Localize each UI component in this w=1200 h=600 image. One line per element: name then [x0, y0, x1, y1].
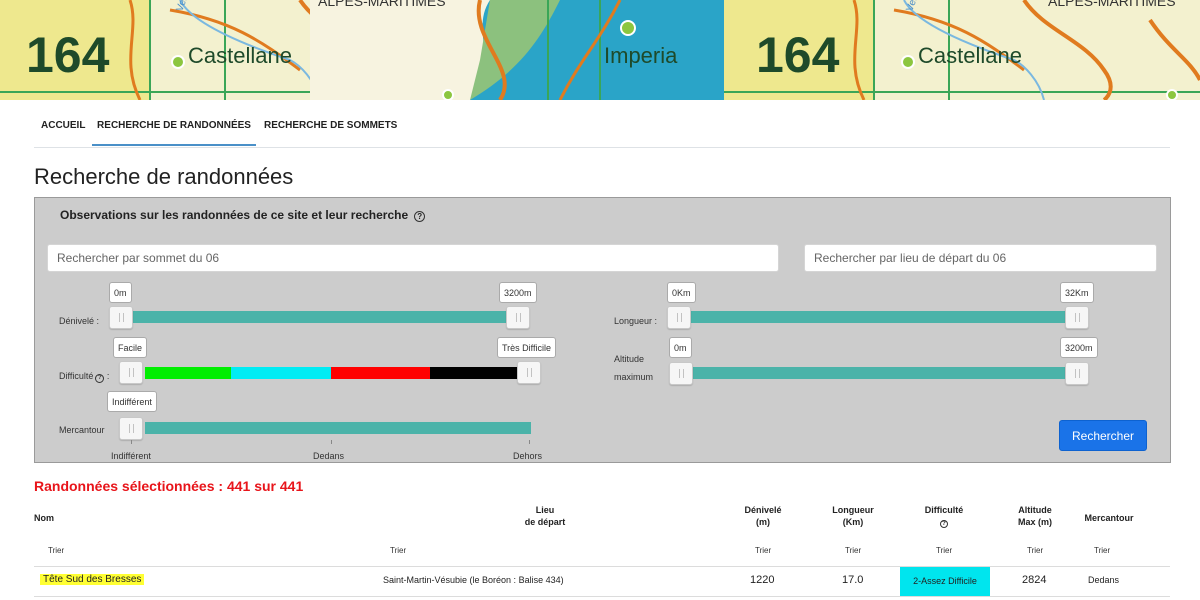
difficulty-segment-hard [331, 367, 430, 379]
observations-text: Observations sur les randonnées de ce si… [60, 208, 409, 222]
mercantour-tick [331, 440, 332, 444]
nav-hike-search[interactable]: RECHERCHE DE RANDONNÉES [92, 112, 256, 146]
col-header-longueur-line1: Longueur [832, 505, 874, 515]
difficulte-min-handle[interactable] [119, 361, 143, 384]
difficulte-help-icon[interactable]: ? [95, 374, 105, 383]
row-altitude-cell: 2824 [1022, 574, 1047, 586]
col-header-start: Lieu de départ [510, 504, 580, 528]
table-divider [34, 596, 1170, 597]
mercantour-slider-track[interactable] [145, 422, 531, 434]
nav-home[interactable]: ACCUEIL [41, 112, 89, 146]
col-header-altitude: Altitude Max (m) [1000, 504, 1070, 528]
mercantour-label: Mercantour [59, 425, 105, 435]
map-region-left: ALPES-MARITIMES [318, 0, 446, 9]
map-town-castellane-left: Castellane [188, 43, 292, 68]
altitude-max-handle[interactable] [1065, 362, 1089, 385]
altitude-min-tooltip: 0m [669, 337, 692, 358]
table-divider [34, 566, 1170, 567]
row-name-cell: Tête Sud des Bresses [40, 574, 145, 585]
help-icon[interactable]: ? [414, 211, 426, 222]
difficulty-segment-medium [231, 367, 331, 379]
denivele-slider-track[interactable] [121, 311, 517, 323]
difficulty-segment-very-hard [430, 367, 517, 379]
col-header-denivele-line2: (m) [756, 517, 770, 527]
observations-link[interactable]: Observations sur les randonnées de ce si… [60, 208, 426, 222]
difficulte-max-handle[interactable] [517, 361, 541, 384]
row-difficulte-cell: 2-Assez Difficile [900, 567, 990, 597]
row-start-cell: Saint-Martin-Vésubie (le Boréon : Balise… [383, 575, 564, 585]
summit-search-input[interactable] [47, 244, 779, 272]
col-header-difficulte-help-icon[interactable]: ? [940, 520, 948, 528]
results-count: Randonnées sélectionnées : 441 sur 441 [34, 478, 304, 494]
map-town-castellane-right: Castellane [918, 43, 1022, 68]
sort-name-link[interactable]: Trier [48, 546, 64, 555]
longueur-max-tooltip: 32Km [1060, 282, 1094, 303]
map-banner: 164 164 Castellane Castellane Imperia AL… [0, 0, 1200, 100]
search-button[interactable]: Rechercher [1059, 420, 1147, 451]
sort-longueur-link[interactable]: Trier [845, 546, 861, 555]
col-header-start-line2: de départ [524, 517, 566, 527]
col-header-longueur: Longueur (Km) [818, 504, 888, 528]
col-header-mercantour: Mercantour [1084, 513, 1134, 523]
altitude-label-line2: maximum [614, 372, 654, 382]
map-banner-image: 164 164 Castellane Castellane Imperia AL… [0, 0, 1200, 100]
col-header-denivele: Dénivelé (m) [728, 504, 798, 528]
altitude-slider-track[interactable] [679, 367, 1077, 379]
col-header-name: Nom [34, 513, 54, 523]
longueur-min-tooltip: 0Km [667, 282, 696, 303]
col-header-denivele-line1: Dénivelé [744, 505, 782, 515]
difficulte-label: Difficulté? : [59, 371, 110, 383]
main-nav: ACCUEIL RECHERCHE DE RANDONNÉES RECHERCH… [34, 112, 1170, 148]
row-denivele-cell: 1220 [750, 574, 775, 586]
map-region-right: ALPES-MARITIMES [1048, 0, 1176, 9]
col-header-altitude-line2: Max (m) [1017, 517, 1052, 527]
difficulte-label-text: Difficulté [59, 371, 94, 381]
longueur-min-handle[interactable] [667, 306, 691, 329]
map-number-left: 164 [26, 27, 110, 83]
longueur-max-handle[interactable] [1065, 306, 1089, 329]
mercantour-handle[interactable] [119, 417, 143, 440]
sort-altitude-link[interactable]: Trier [1027, 546, 1043, 555]
difficulte-min-tooltip: Facile [113, 337, 148, 358]
mercantour-tick [131, 440, 132, 444]
mercantour-tooltip: Indifférent [107, 391, 157, 412]
sort-start-link[interactable]: Trier [390, 546, 406, 555]
mercantour-tick-label: Indifférent [111, 451, 151, 461]
row-longueur-cell: 17.0 [842, 574, 864, 586]
sort-mercantour-link[interactable]: Trier [1094, 546, 1110, 555]
altitude-max-tooltip: 3200m [1060, 337, 1098, 358]
altitude-min-handle[interactable] [669, 362, 693, 385]
denivele-max-handle[interactable] [506, 306, 530, 329]
filter-panel: Observations sur les randonnées de ce si… [34, 197, 1171, 463]
col-header-altitude-line1: Altitude [1018, 505, 1052, 515]
col-header-longueur-line2: (Km) [842, 517, 864, 527]
map-town-imperia: Imperia [604, 43, 678, 68]
denivele-label: Dénivelé : [59, 316, 100, 326]
denivele-min-tooltip: 0m [109, 282, 132, 303]
map-number-right: 164 [756, 27, 840, 83]
start-place-search-input[interactable] [804, 244, 1157, 272]
denivele-min-handle[interactable] [109, 306, 133, 329]
row-mercantour-cell: Dedans [1088, 575, 1120, 585]
sort-denivele-link[interactable]: Trier [755, 546, 771, 555]
altitude-label-line1: Altitude [614, 354, 645, 364]
nav-summit-search[interactable]: RECHERCHE DE SOMMETS [264, 112, 404, 146]
mercantour-tick-label: Dedans [313, 451, 345, 461]
longueur-label: Longueur : [614, 316, 658, 326]
longueur-slider-track[interactable] [679, 311, 1077, 323]
hike-name-link[interactable]: Tête Sud des Bresses [40, 574, 145, 585]
mercantour-tick [529, 440, 530, 444]
difficulte-max-tooltip: Très Difficile [497, 337, 557, 358]
mercantour-tick-label: Dehors [513, 451, 543, 461]
denivele-max-tooltip: 3200m [499, 282, 537, 303]
difficulty-segment-easy [145, 367, 231, 379]
sort-difficulte-link[interactable]: Trier [936, 546, 952, 555]
page-title: Recherche de randonnées [34, 164, 294, 189]
col-header-start-line1: Lieu [535, 505, 555, 515]
col-header-difficulte-text: Difficulté [924, 505, 964, 515]
col-header-difficulte: Difficulté ? [909, 504, 979, 528]
